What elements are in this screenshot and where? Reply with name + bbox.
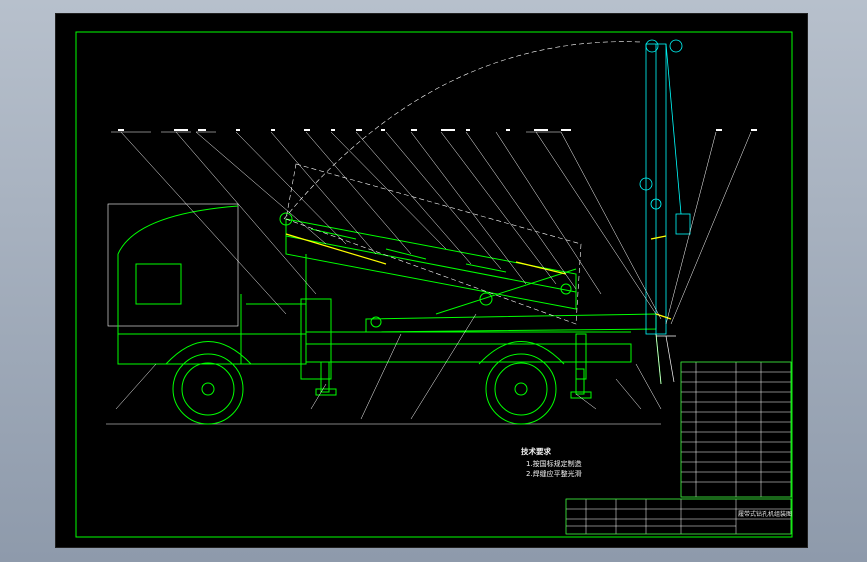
drawing-border [75, 31, 793, 538]
label-marks [118, 129, 757, 131]
title-block-name: 履带式钻孔机组装图 [738, 511, 793, 518]
truck-chassis [300, 298, 662, 385]
tech-requirement-2: 2.焊缝应平整光滑 [526, 470, 582, 478]
outrigger-legs [315, 361, 592, 399]
tech-requirements-title: 技术要求 [521, 447, 551, 456]
drawing-sheet: 技术要求 1.按国标规定制造 2.焊缝应平整光滑 履带式钻孔机组装图 [55, 13, 808, 548]
boom-raised [639, 39, 691, 335]
leader-lines [111, 131, 752, 420]
viewer-background: 技术要求 1.按国标规定制造 2.焊缝应平整光滑 履带式钻孔机组装图 [0, 0, 867, 562]
swing-envelope [283, 41, 642, 325]
truck-wheels [165, 341, 565, 425]
cad-drawing [75, 31, 793, 538]
boom-truss [279, 212, 657, 333]
tech-requirement-1: 1.按国标规定制造 [526, 460, 582, 468]
truck-cab [107, 203, 307, 365]
parts-list-table [680, 361, 792, 498]
